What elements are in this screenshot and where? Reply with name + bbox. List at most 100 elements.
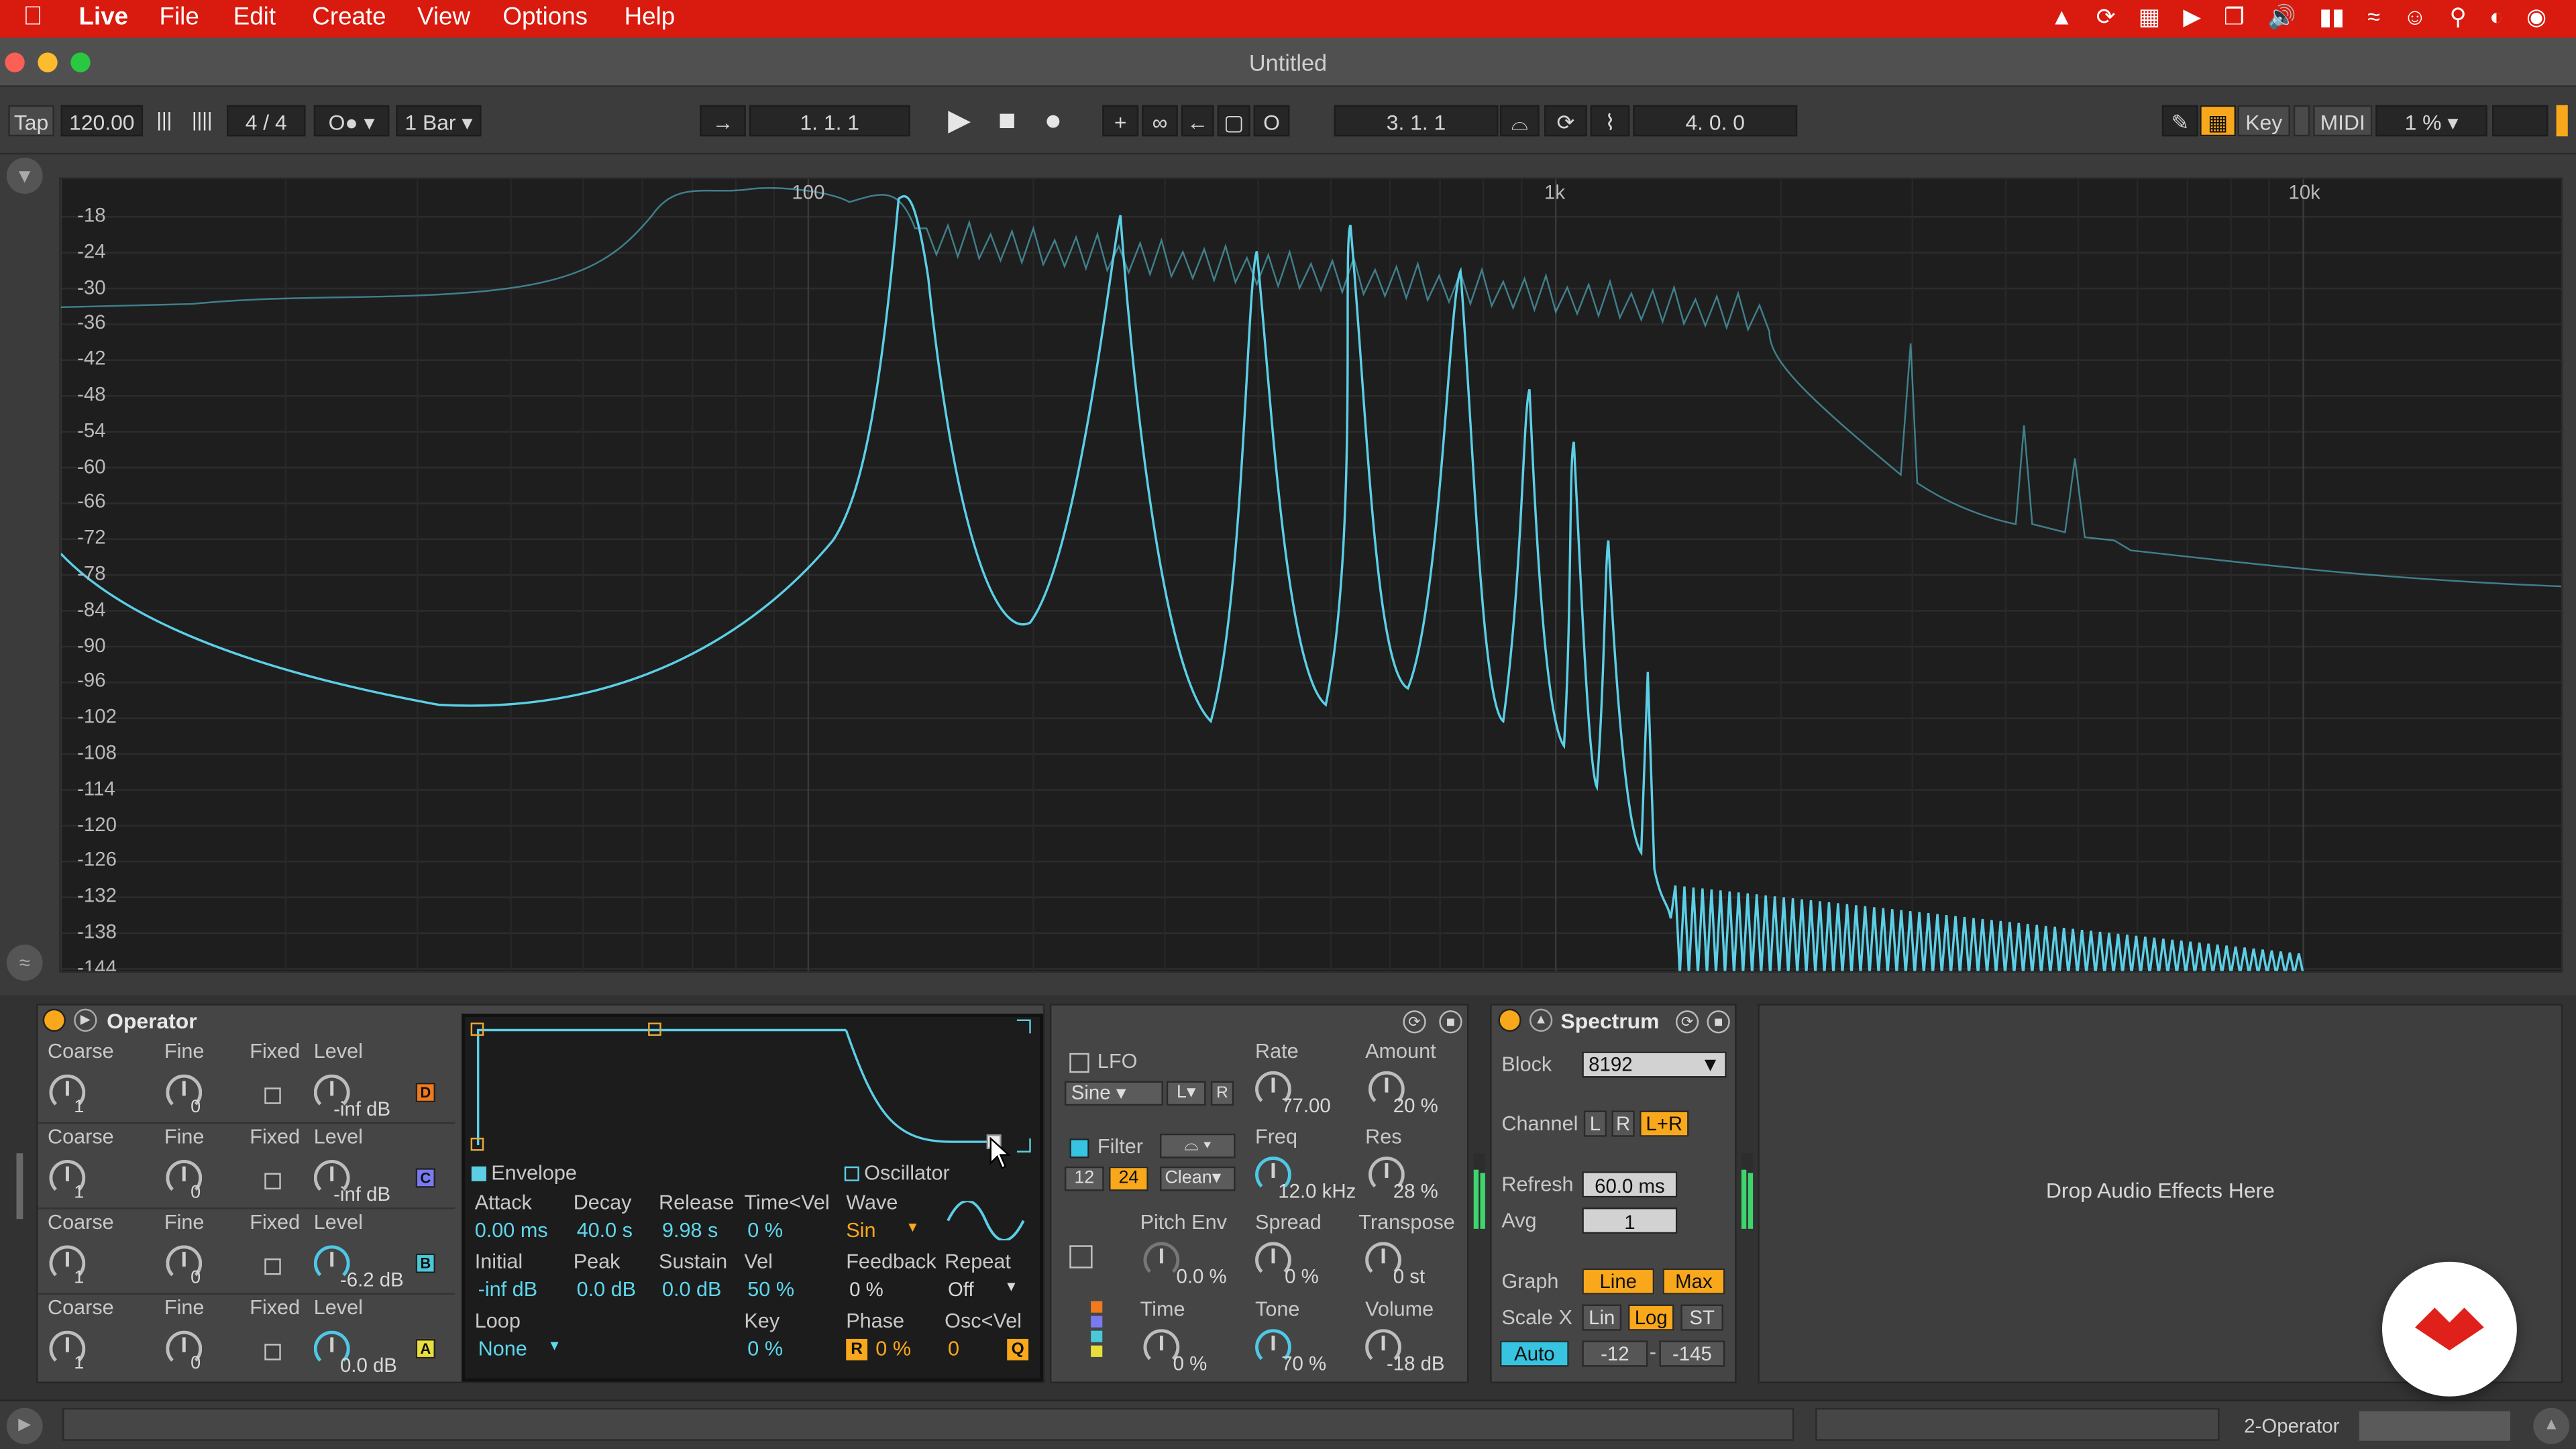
oscillator-tab[interactable]: Oscillator xyxy=(864,1161,950,1184)
menu-app[interactable]: Live xyxy=(79,3,129,32)
menu-edit[interactable]: Edit xyxy=(233,3,276,32)
tap-button[interactable]: Tap xyxy=(8,105,54,137)
timevel-value[interactable]: 0 % xyxy=(747,1219,783,1242)
osc-c-button[interactable]: C xyxy=(415,1168,435,1188)
sustain-value[interactable]: 0.0 dB xyxy=(662,1278,722,1301)
tempo-field[interactable]: 120.00 xyxy=(60,105,144,137)
capture-icon[interactable]: ▢ xyxy=(1217,105,1250,137)
volume-icon[interactable]: 🔊 xyxy=(2267,3,2296,32)
draw-mode-icon[interactable]: ✎ xyxy=(2161,105,2198,137)
spectrum-power-button[interactable] xyxy=(1498,1008,1521,1032)
screens-icon[interactable]: ❐ xyxy=(2224,3,2245,32)
repeat-value[interactable]: Off xyxy=(948,1278,974,1301)
hide-browser-icon[interactable]: ▼ xyxy=(6,158,43,194)
nudge-up-icon[interactable]: |||| xyxy=(186,105,219,137)
feedback-value[interactable]: 0 % xyxy=(849,1278,883,1301)
loop-switch-icon[interactable]: ⟳ xyxy=(1544,105,1587,137)
scalex-lin-button[interactable]: Lin xyxy=(1582,1304,1622,1331)
envelope-toggle[interactable] xyxy=(471,1166,486,1181)
graph-max-button[interactable]: Max xyxy=(1662,1268,1725,1295)
loop-length-field[interactable]: 4. 0. 0 xyxy=(1633,105,1798,137)
pitchenv-knob[interactable] xyxy=(1143,1242,1180,1279)
oscvel-value[interactable]: 0 xyxy=(948,1337,959,1360)
punch-out-icon[interactable]: ⌇ xyxy=(1590,105,1630,137)
filter-type-select[interactable]: ⌓ ▾ xyxy=(1159,1133,1236,1159)
filter-circuit-select[interactable]: Clean▾ xyxy=(1159,1166,1236,1191)
menu-create[interactable]: Create xyxy=(312,3,386,32)
nudge-down-icon[interactable]: ||| xyxy=(150,105,179,137)
save-preset-icon[interactable]: ■ xyxy=(1439,1010,1462,1034)
lfo-retrigger-button[interactable]: R xyxy=(1210,1081,1234,1106)
osc-a-button[interactable]: A xyxy=(415,1338,435,1359)
release-value[interactable]: 9.98 s xyxy=(662,1219,718,1242)
envelope-tab[interactable]: Envelope xyxy=(491,1161,577,1184)
sync-icon[interactable]: ⟳ xyxy=(2096,3,2116,32)
scalex-log-button[interactable]: Log xyxy=(1627,1304,1674,1331)
ableton-icon[interactable]: ▲ xyxy=(2050,3,2073,32)
session-record-icon[interactable]: O xyxy=(1253,105,1290,137)
midi-map-button[interactable]: MIDI xyxy=(2313,105,2373,137)
auto-range-button[interactable]: Auto xyxy=(1499,1340,1569,1367)
key-value[interactable]: 0 % xyxy=(747,1337,783,1360)
metronome-toggle[interactable]: O● ▾ xyxy=(313,105,390,137)
block-select[interactable]: 8192 ▼ xyxy=(1582,1051,1727,1078)
scalex-st-button[interactable]: ST xyxy=(1680,1304,1723,1331)
fixed-checkbox[interactable] xyxy=(264,1087,281,1104)
fixed-checkbox[interactable] xyxy=(264,1344,281,1360)
search-icon[interactable]: ⚲ xyxy=(2450,3,2467,32)
refresh-field[interactable]: 60.0 ms xyxy=(1582,1171,1678,1198)
siri-icon[interactable]: ◉ xyxy=(2526,3,2546,32)
spectrum-save-icon[interactable]: ■ xyxy=(1707,1010,1730,1034)
menu-view[interactable]: View xyxy=(417,3,470,32)
expand-right-icon[interactable]: ▲ xyxy=(2533,1407,2570,1444)
automation-arm-icon[interactable]: ∞ xyxy=(1142,105,1178,137)
apple-icon[interactable]:  xyxy=(23,3,42,33)
range-high-field[interactable]: -145 xyxy=(1659,1340,1725,1367)
play-circle-icon[interactable]: ▶ xyxy=(2183,3,2200,32)
overdub-icon[interactable]: + xyxy=(1102,105,1139,137)
operator-expand-icon[interactable]: ▶ xyxy=(74,1008,97,1032)
record-icon[interactable]: ● xyxy=(1035,105,1071,137)
time-signature-field[interactable]: 4 / 4 xyxy=(226,105,306,137)
graph-line-button[interactable]: Line xyxy=(1582,1268,1655,1295)
device-overview[interactable] xyxy=(2359,1411,2511,1441)
channel-lr-button[interactable]: L+R xyxy=(1640,1110,1689,1137)
oscvel-quantize-button[interactable]: Q xyxy=(1007,1338,1029,1360)
play-icon[interactable]: ▶ xyxy=(943,105,976,137)
channel-r-button[interactable]: R xyxy=(1611,1110,1635,1137)
wifi-icon[interactable]: ≈ xyxy=(2367,3,2380,32)
oscillator-toggle[interactable] xyxy=(844,1166,859,1181)
peak-value[interactable]: 0.0 dB xyxy=(577,1278,637,1301)
slope-12-button[interactable]: 12 xyxy=(1064,1166,1104,1191)
range-low-field[interactable]: -12 xyxy=(1582,1340,1648,1367)
spectrum-hot-swap-icon[interactable]: ⟳ xyxy=(1675,1010,1699,1034)
avg-field[interactable]: 1 xyxy=(1582,1208,1678,1234)
punch-in-icon[interactable]: ⌓ xyxy=(1499,105,1540,137)
wave-value[interactable]: Sin xyxy=(846,1219,875,1242)
repeat-dropdown-icon[interactable]: ▾ xyxy=(1007,1278,1015,1296)
slope-24-button[interactable]: 24 xyxy=(1109,1166,1148,1191)
fixed-checkbox[interactable] xyxy=(264,1173,281,1190)
arrangement-position-field[interactable]: 1. 1. 1 xyxy=(749,105,910,137)
menu-file[interactable]: File xyxy=(160,3,199,32)
lfo-range-select[interactable]: L▾ xyxy=(1166,1081,1206,1106)
vel-value[interactable]: 50 % xyxy=(747,1278,794,1301)
initial-value[interactable]: -inf dB xyxy=(478,1278,538,1301)
phase-retrigger-button[interactable]: R xyxy=(846,1338,868,1360)
osc-b-button[interactable]: B xyxy=(415,1253,435,1273)
wave-toggle-icon[interactable]: ≈ xyxy=(6,945,43,981)
follow-icon[interactable]: → xyxy=(700,105,746,137)
quantize-select[interactable]: 1 Bar ▾ xyxy=(396,105,482,137)
wave-dropdown-icon[interactable]: ▾ xyxy=(908,1219,916,1237)
loop-start-field[interactable]: 3. 1. 1 xyxy=(1334,105,1499,137)
envelope-graph[interactable] xyxy=(465,1017,1040,1162)
back-to-arrangement-icon[interactable]: ← xyxy=(1181,105,1214,137)
menu-options[interactable]: Options xyxy=(502,3,588,32)
loop-dropdown-icon[interactable]: ▾ xyxy=(550,1337,558,1355)
decay-value[interactable]: 40.0 s xyxy=(577,1219,633,1242)
stop-icon[interactable]: ■ xyxy=(991,105,1024,137)
fixed-checkbox[interactable] xyxy=(264,1258,281,1275)
phase-value[interactable]: 0 % xyxy=(875,1337,911,1360)
control-center-icon[interactable]: ◐ xyxy=(2489,3,2504,32)
pitch-env-toggle[interactable] xyxy=(1069,1245,1093,1269)
